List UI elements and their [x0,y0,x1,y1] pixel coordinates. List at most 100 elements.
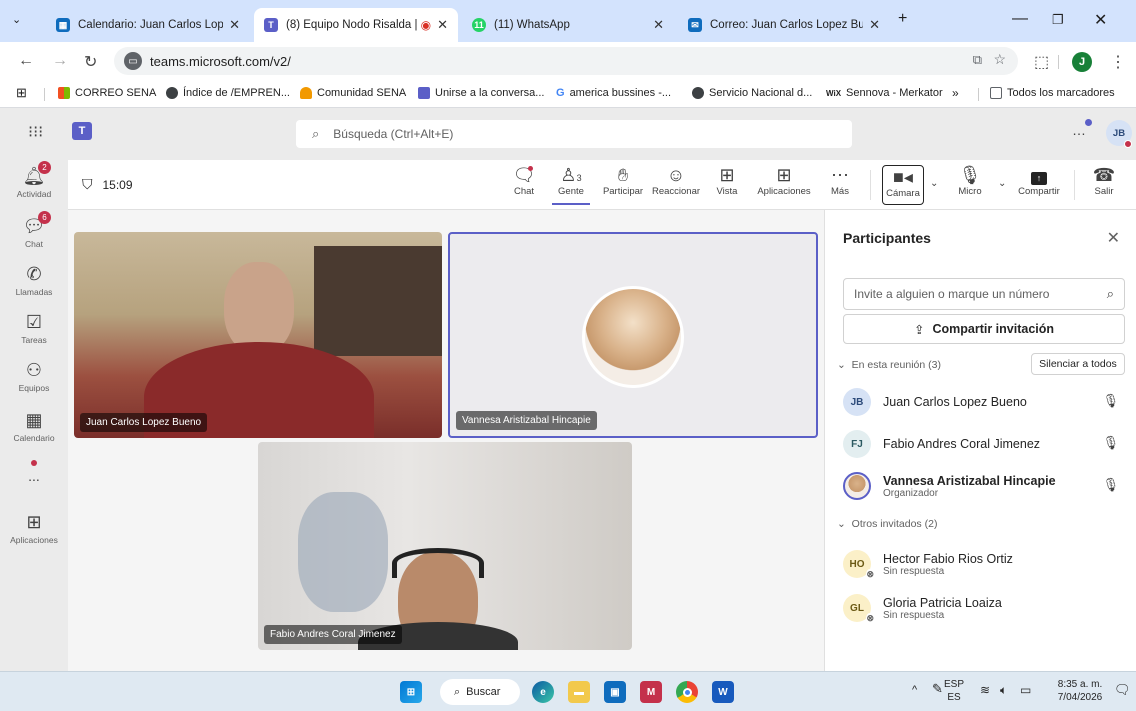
video-tile-fabio[interactable]: Fabio Andres Coral Jimenez [258,442,632,650]
invitee-row[interactable]: GL ⊗ Gloria Patricia Loaiza Sin respuesta [843,590,1133,626]
close-icon[interactable]: ✕ [1107,228,1120,248]
section-others[interactable]: ⌄ Otros invitados (2) [837,518,937,530]
file-explorer-icon[interactable]: ▬ [568,681,590,703]
chrome-icon[interactable] [676,681,698,703]
forward-icon[interactable]: → [52,52,68,70]
volume-icon[interactable]: 🔈︎ [1000,684,1007,697]
bookmark-comunidad-sena[interactable]: Comunidad SENA [300,87,406,99]
taskbar-search[interactable]: ⌕ Buscar [440,679,520,705]
notifications-icon[interactable]: 🗨︎ [1114,683,1131,696]
divider [870,170,871,200]
apps-button[interactable]: ⊞ Aplicaciones [754,164,814,197]
profile-avatar[interactable]: J [1072,52,1092,72]
camera-button[interactable]: ■◂ Cámara [882,165,924,205]
menu-icon[interactable]: ⋮ [1110,52,1126,72]
share-button[interactable]: ↑ Compartir [1014,164,1064,197]
raise-hand-button[interactable]: ✋︎ Participar [600,164,646,197]
view-button[interactable]: ⊞ Vista [712,164,742,197]
camera-options-chevron-icon[interactable]: ⌄ [930,178,938,189]
bookmark-all[interactable]: Todos los marcadores [990,87,1115,99]
rail-item-llamadas[interactable]: ✆ Llamadas [0,264,68,297]
participant-row[interactable]: JB Juan Carlos Lopez Bueno 🎙︎ [843,384,1133,420]
video-tile-juan-carlos[interactable]: Juan Carlos Lopez Bueno [74,232,442,438]
url-field[interactable]: ▭ teams.microsoft.com/v2/ ⧉ ☆ [114,47,1018,75]
more-button[interactable]: ⋯ Más [828,164,852,197]
tab-correo[interactable]: ✉ Correo: Juan Carlos Lopez Buen ✕ [678,8,890,42]
bookmark-correo-sena[interactable]: CORREO SENA [58,87,156,99]
panel-title: Participantes [843,230,931,246]
mic-button[interactable]: 🎙︎ Micro [954,164,986,197]
mic-options-chevron-icon[interactable]: ⌄ [998,178,1006,189]
wix-icon: WiX [826,88,842,98]
invitee-name: Gloria Patricia Loaiza [883,595,1002,610]
share-invitation-button[interactable]: ⇪ Compartir invitación [843,314,1125,344]
window-close-icon[interactable]: ✕ [1094,10,1107,30]
minimize-icon[interactable]: — [1012,10,1028,28]
mute-all-button[interactable]: Silenciar a todos [1031,353,1125,375]
tab-teams[interactable]: T (8) Equipo Nodo Risalda | M ◉ ✕ [254,8,458,42]
invite-input[interactable]: Invite a alguien o marque un número ⌕ [843,278,1125,310]
rail-item-equipos[interactable]: ⚇ Equipos [0,360,68,393]
calendar-icon: ▦ [25,410,43,430]
battery-icon[interactable]: ▭ [1020,684,1031,697]
search-input[interactable]: ⌕ Búsqueda (Ctrl+Alt+E) [296,120,852,148]
rail-label: Aplicaciones [10,535,58,545]
store-icon[interactable]: ▣ [604,681,626,703]
section-in-meeting[interactable]: ⌄ En esta reunión (3) [837,359,941,371]
bookmark-america[interactable]: Gamerica bussines -... [556,87,671,99]
mcafee-icon[interactable]: M [640,681,662,703]
cast-icon[interactable]: ⧉ [973,52,982,68]
word-icon[interactable]: W [712,681,734,703]
participant-row[interactable]: FJ Fabio Andres Coral Jimenez 🎙︎ [843,426,1133,462]
tab-search-icon[interactable]: ⌄ [12,13,21,26]
chat-button[interactable]: 🗨︎ Chat [510,164,538,197]
site-info-icon[interactable]: ▭ [124,52,142,70]
microphone-icon[interactable]: 🎙︎ [1102,435,1119,451]
rail-item-calendario[interactable]: ▦ Calendario [0,410,68,443]
tray-app-icon[interactable]: ✎ [932,682,943,695]
clock[interactable]: 8:35 a. m. 7/04/2026 [1052,678,1108,704]
extensions-icon[interactable]: ⬚ [1034,52,1049,72]
rail-item-more[interactable]: ... [0,458,68,484]
language-indicator[interactable]: ESP ES [944,678,964,704]
more-options-icon[interactable]: … [1072,122,1086,138]
recording-icon: ◉ [420,18,432,32]
back-icon[interactable]: ← [18,52,34,70]
video-tile-vannesa[interactable]: Vannesa Aristizabal Hincapie [448,232,818,438]
edge-icon[interactable]: e [532,681,554,703]
close-icon[interactable]: ✕ [653,17,664,33]
bookmark-star-icon[interactable]: ☆ [993,51,1006,68]
rail-item-tareas[interactable]: ☑ Tareas [0,312,68,345]
windows-start-icon[interactable]: ⊞ [400,681,422,703]
people-button[interactable]: ♙3 Gente [552,164,590,205]
rail-item-chat[interactable]: 💬︎ 6 Chat [0,211,68,249]
rail-item-aplicaciones[interactable]: ⊞ Aplicaciones [0,512,68,545]
close-icon[interactable]: ✕ [229,17,240,33]
teams-header: ⁝⁝⁝ T ⌕ Búsqueda (Ctrl+Alt+E) … JB [0,108,1136,160]
leave-button[interactable]: ☎︎ Salir [1090,164,1118,197]
tab-whatsapp[interactable]: 11 (11) WhatsApp ✕ [462,8,674,42]
microphone-icon[interactable]: 🎙︎ [1102,393,1119,409]
bookmark-unirse[interactable]: Unirse a la conversa... [418,87,544,99]
tab-calendario[interactable]: ▦ Calendario: Juan Carlos Lopez B ✕ [46,8,250,42]
react-button[interactable]: ☺ Reaccionar [650,164,702,197]
restore-icon[interactable]: ❐ [1052,12,1064,28]
microphone-icon[interactable]: 🎙︎ [1102,477,1119,493]
bookmarks-overflow[interactable]: » [952,86,959,100]
whatsapp-favicon-icon: 11 [472,18,486,32]
rail-item-actividad[interactable]: 🔔︎ 2 Actividad [0,161,68,199]
app-launcher-icon[interactable]: ⁝⁝⁝ [28,122,43,142]
wifi-icon[interactable]: ≋ [980,684,990,697]
close-icon[interactable]: ✕ [869,17,880,33]
participant-row[interactable]: Vannesa Aristizabal Hincapie Organizador… [843,468,1133,504]
invitee-row[interactable]: HO ⊗ Hector Fabio Rios Ortiz Sin respuest… [843,546,1133,582]
bookmark-servicio-nacional[interactable]: Servicio Nacional d... [692,87,812,99]
close-icon[interactable]: ✕ [437,17,448,33]
no-response-icon: ⊗ [866,569,874,580]
bookmark-indice[interactable]: Índice de /EMPREN... [166,87,290,99]
reload-icon[interactable]: ↻ [84,52,97,72]
tray-chevron-up-icon[interactable]: ^ [912,684,917,697]
bookmark-sennova[interactable]: WiX Sennova - Merkator [826,87,943,99]
new-tab-icon[interactable]: + [898,10,907,28]
apps-grid-icon[interactable]: ⊞ [16,85,27,101]
